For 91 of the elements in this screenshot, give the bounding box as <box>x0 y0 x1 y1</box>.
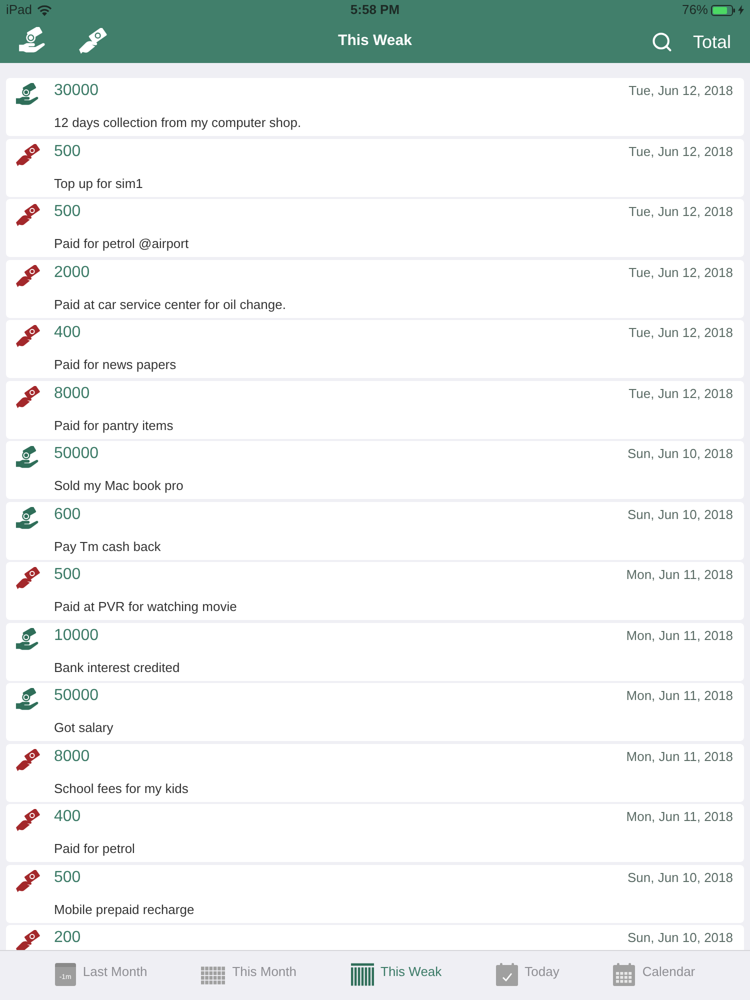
transaction-amount: 500 <box>54 868 81 888</box>
hand-banknote-icon <box>15 264 41 288</box>
transaction-amount: 10000 <box>54 626 98 646</box>
search-icon <box>650 30 673 52</box>
transaction-date: Mon, Jun 11, 2018 <box>626 808 734 826</box>
transaction-date: Tue, Jun 12, 2018 <box>628 82 734 100</box>
transaction-card[interactable]: 30000 12 days collection from my computer shop. Tue, Jun 12, 2018 <box>6 78 744 136</box>
transaction-description: Paid for news papers <box>54 356 176 374</box>
search-button[interactable] <box>650 30 673 52</box>
calendar-grid-icon <box>613 963 636 986</box>
hand-banknote-icon <box>15 325 41 349</box>
transaction-card[interactable]: 50000 Got salary Mon, Jun 11, 2018 <box>6 683 744 741</box>
hand-coin-icon <box>15 446 41 471</box>
tab-item[interactable]: This Weak <box>350 963 442 986</box>
transaction-amount: 2000 <box>54 262 90 282</box>
charging-bolt-icon <box>738 5 744 15</box>
transaction-description: Paid at car service center for oil change. <box>54 296 286 314</box>
transaction-date: Mon, Jun 11, 2018 <box>626 687 734 705</box>
hand-coin-icon <box>15 83 41 108</box>
transaction-card[interactable]: 8000 Paid for pantry items Tue, Jun 12, 2018 <box>6 380 744 438</box>
transaction-date: Mon, Jun 11, 2018 <box>626 566 734 584</box>
transaction-description: Bank interest credited <box>54 658 180 676</box>
transaction-amount: 8000 <box>54 746 90 766</box>
transaction-description: Paid for pantry items <box>54 416 174 434</box>
hand-banknote-icon <box>15 386 41 410</box>
transaction-date: Tue, Jun 12, 2018 <box>628 142 734 160</box>
transaction-date: Sun, Jun 10, 2018 <box>627 506 734 524</box>
transaction-card[interactable]: 400 Paid for petrol Mon, Jun 11, 2018 <box>6 804 744 862</box>
transaction-date: Tue, Jun 12, 2018 <box>628 203 734 221</box>
transaction-amount: 600 <box>54 504 81 524</box>
hand-banknote-icon <box>15 567 41 591</box>
transaction-amount: 400 <box>54 323 81 343</box>
total-button[interactable]: Total <box>692 30 731 52</box>
hand-coin-icon <box>15 628 41 652</box>
transaction-card[interactable]: 600 Pay Tm cash back Sun, Jun 10, 2018 <box>6 502 744 560</box>
header-title: This Weak <box>338 31 412 52</box>
transaction-card[interactable]: 400 Paid for news papers Tue, Jun 12, 2018 <box>6 320 744 378</box>
transaction-amount: 400 <box>54 807 81 827</box>
transaction-description: Got salary <box>54 719 114 737</box>
transaction-date: Tue, Jun 12, 2018 <box>628 324 734 342</box>
transaction-date: Tue, Jun 12, 2018 <box>628 264 734 282</box>
transaction-description: School fees for my kids <box>54 780 188 798</box>
week-bars-icon <box>350 963 374 986</box>
hand-coin-icon <box>15 506 41 532</box>
transaction-card[interactable]: 10000 Bank interest credited Mon, Jun 11, 2018 <box>6 622 744 680</box>
transaction-description: Paid for petrol <box>54 840 135 858</box>
transaction-amount: 30000 <box>54 81 98 101</box>
calendar-check-icon <box>496 963 518 986</box>
transaction-description: Sold my Mac book pro <box>54 477 184 495</box>
transaction-amount: 500 <box>54 142 81 162</box>
hand-banknote-icon <box>15 930 41 950</box>
transaction-card[interactable]: 500 Paid at PVR for watching movie Mon, Jun 11, 2018 <box>6 562 744 620</box>
hand-coin-icon <box>15 688 41 713</box>
transaction-amount: 500 <box>54 565 81 585</box>
transaction-amount: 200 <box>54 928 81 948</box>
transaction-description: Pay Tm cash back <box>54 538 161 556</box>
transaction-amount: 50000 <box>54 444 98 464</box>
transaction-date: Sun, Jun 10, 2018 <box>627 929 734 947</box>
transaction-description: Top up for sim1 <box>54 174 143 192</box>
transaction-description: 12 days collection from my computer shop. <box>54 114 302 132</box>
transaction-date: Tue, Jun 12, 2018 <box>628 384 734 402</box>
device-name: iPad <box>6 1 32 20</box>
transaction-card[interactable]: 2000 Paid at car service center for oil change. Tue, Jun 12, 2018 <box>6 260 744 318</box>
dot-grid-icon <box>201 965 226 986</box>
transaction-card[interactable]: 50000 Sold my Mac book pro Sun, Jun 10, 2018 <box>6 441 744 499</box>
transaction-date: Mon, Jun 11, 2018 <box>626 626 734 644</box>
transaction-date: Sun, Jun 10, 2018 <box>627 868 734 886</box>
hand-banknote-icon <box>15 870 41 894</box>
transaction-date: Mon, Jun 11, 2018 <box>626 748 734 766</box>
wifi-icon <box>37 4 52 16</box>
transaction-amount: 8000 <box>54 384 90 404</box>
transaction-card[interactable]: 500 Mobile prepaid recharge Sun, Jun 10, 2018 <box>6 864 744 922</box>
transaction-description: Paid for petrol @airport <box>54 235 189 253</box>
transaction-amount: 50000 <box>54 686 98 706</box>
hand-banknote-icon <box>15 144 41 168</box>
status-time: 5:58 PM <box>350 1 400 20</box>
transaction-card[interactable]: 500 Paid for petrol @airport Tue, Jun 12, 2018 <box>6 199 744 257</box>
transaction-card[interactable]: 8000 School fees for my kids Mon, Jun 11, 2018 <box>6 744 744 802</box>
battery-percent: 76% <box>682 1 708 20</box>
transaction-date: Sun, Jun 10, 2018 <box>627 445 734 463</box>
add-expense-button[interactable] <box>78 28 108 56</box>
transaction-description: Paid at PVR for watching movie <box>54 598 237 616</box>
transaction-description: Mobile prepaid recharge <box>54 900 194 918</box>
hand-banknote-icon <box>15 748 41 772</box>
transaction-amount: 500 <box>54 202 81 222</box>
hand-banknote-icon <box>15 204 41 228</box>
battery-icon <box>711 4 735 16</box>
transaction-card[interactable]: 500 Top up for sim1 Tue, Jun 12, 2018 <box>6 138 744 196</box>
hand-banknote-icon <box>15 809 41 833</box>
transaction-card[interactable]: 200 Sun, Jun 10, 2018 <box>6 925 744 950</box>
hand-banknote-icon <box>78 28 108 56</box>
